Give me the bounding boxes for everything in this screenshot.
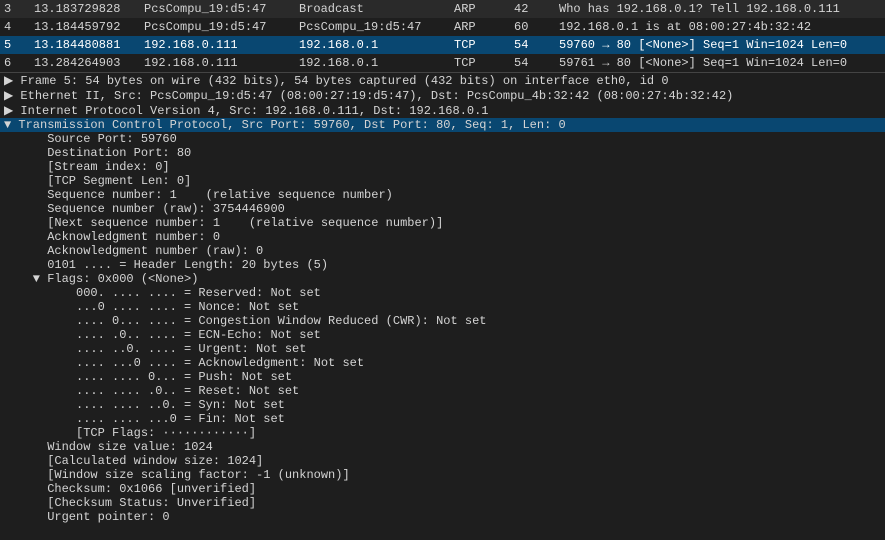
packet-row[interactable]: 513.184480881192.168.0.111192.168.0.1TCP… <box>0 36 885 54</box>
tree-item-tcp-seq: Sequence number: 1 (relative sequence nu… <box>0 188 885 202</box>
tree-item-tcp-seq-raw: Sequence number (raw): 3754446900 <box>0 202 885 216</box>
tree-item-tcp-flag-urg: .... ..0. .... = Urgent: Not set <box>0 342 885 356</box>
tree-item-frame[interactable]: ▶ Frame 5: 54 bytes on wire (432 bits), … <box>0 73 885 88</box>
tree-item-tcp-flags-raw: [TCP Flags: ············] <box>0 426 885 440</box>
tree-item-tcp-flag-ack: .... ...0 .... = Acknowledgment: Not set <box>0 356 885 370</box>
tree-item-tcp-flag-syn: .... .... ..0. = Syn: Not set <box>0 398 885 412</box>
tree-item-tcp-flag-res: 000. .... .... = Reserved: Not set <box>0 286 885 300</box>
detail-panel: ▶ Frame 5: 54 bytes on wire (432 bits), … <box>0 73 885 540</box>
packet-row[interactable]: 613.284264903192.168.0.111192.168.0.1TCP… <box>0 54 885 72</box>
tree-item-tcp-stream: [Stream index: 0] <box>0 160 885 174</box>
tree-item-tcp-win-scale: [Window size scaling factor: -1 (unknown… <box>0 468 885 482</box>
tree-item-tcp-flag-fin: .... .... ...0 = Fin: Not set <box>0 412 885 426</box>
tree-item-tcp-flag-cwr: .... 0... .... = Congestion Window Reduc… <box>0 314 885 328</box>
tree-item-tcp-urgent: Urgent pointer: 0 <box>0 510 885 524</box>
tree-item-tcp-src-port: Source Port: 59760 <box>0 132 885 146</box>
tree-item-tcp-ack-raw: Acknowledgment number (raw): 0 <box>0 244 885 258</box>
tree-item-tcp-flag-ecn: .... .0.. .... = ECN-Echo: Not set <box>0 328 885 342</box>
tree-item-tcp-hdr-len: 0101 .... = Header Length: 20 bytes (5) <box>0 258 885 272</box>
tree-item-ethernet[interactable]: ▶ Ethernet II, Src: PcsCompu_19:d5:47 (0… <box>0 88 885 103</box>
tree-item-tcp-win: Window size value: 1024 <box>0 440 885 454</box>
packet-list: 313.183729828PcsCompu_19:d5:47BroadcastA… <box>0 0 885 73</box>
tree-item-tcp-seg-len: [TCP Segment Len: 0] <box>0 174 885 188</box>
tree-item-tcp-flag-rst: .... .... .0.. = Reset: Not set <box>0 384 885 398</box>
tree-item-tcp-flag-nonce: ...0 .... .... = Nonce: Not set <box>0 300 885 314</box>
tree-item-tcp-dst-port: Destination Port: 80 <box>0 146 885 160</box>
tree-item-tcp-flags[interactable]: ▼ Flags: 0x000 (<None>) <box>0 272 885 286</box>
tree-item-tcp-checksum-status: [Checksum Status: Unverified] <box>0 496 885 510</box>
tree-item-tcp-calc-win: [Calculated window size: 1024] <box>0 454 885 468</box>
tree-item-tcp-next-seq: [Next sequence number: 1 (relative seque… <box>0 216 885 230</box>
tree-item-tcp-flag-push: .... .... 0... = Push: Not set <box>0 370 885 384</box>
tree-item-ip[interactable]: ▶ Internet Protocol Version 4, Src: 192.… <box>0 103 885 118</box>
packet-row[interactable]: 413.184459792PcsCompu_19:d5:47PcsCompu_1… <box>0 18 885 36</box>
tree-item-tcp[interactable]: ▼ Transmission Control Protocol, Src Por… <box>0 118 885 132</box>
tree-item-tcp-checksum: Checksum: 0x1066 [unverified] <box>0 482 885 496</box>
tree-item-tcp-ack: Acknowledgment number: 0 <box>0 230 885 244</box>
packet-row[interactable]: 313.183729828PcsCompu_19:d5:47BroadcastA… <box>0 0 885 18</box>
